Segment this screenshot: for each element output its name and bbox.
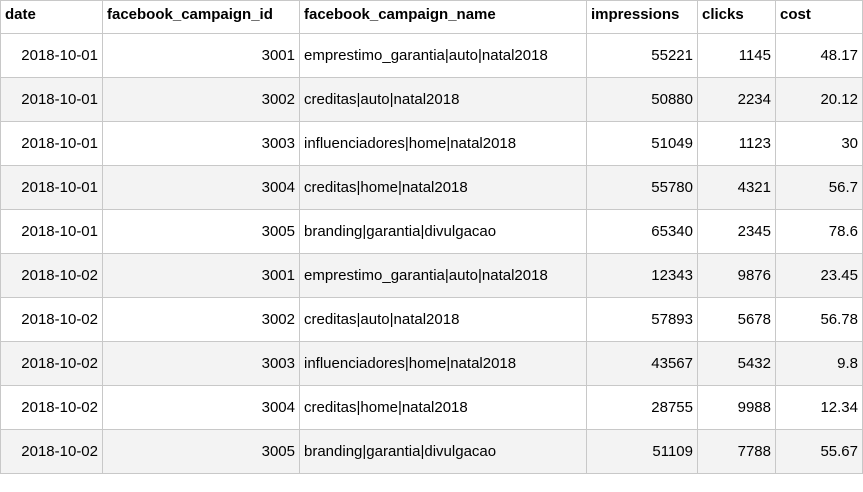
table-row: 2018-10-02 3003 influenciadores|home|natal… [0,341,863,386]
campaign-id-cell[interactable]: 3002 [102,77,300,122]
cost-cell[interactable]: 20.12 [775,77,863,122]
cost-cell[interactable]: 12.34 [775,385,863,430]
clicks-cell[interactable]: 9876 [697,253,776,298]
clicks-cell[interactable]: 1145 [697,33,776,78]
clicks-cell[interactable]: 7788 [697,429,776,474]
impressions-cell[interactable]: 65340 [586,209,698,254]
table-row: 2018-10-01 3001 emprestimo_garantia|auto|n… [0,33,863,78]
date-cell[interactable]: 2018-10-02 [0,297,103,342]
campaign-name-cell[interactable]: influenciadores|home|natal2018 [299,121,587,166]
table-row: 2018-10-01 3004 creditas|home|natal2018 557… [0,165,863,210]
cost-cell[interactable]: 56.78 [775,297,863,342]
impressions-cell[interactable]: 57893 [586,297,698,342]
campaign-name-cell[interactable]: branding|garantia|divulgacao [299,209,587,254]
campaign-id-cell[interactable]: 3003 [102,121,300,166]
cost-cell[interactable]: 9.8 [775,341,863,386]
impressions-cell[interactable]: 12343 [586,253,698,298]
date-cell[interactable]: 2018-10-02 [0,429,103,474]
column-header-facebook-campaign-id[interactable]: facebook_campaign_id [102,0,300,34]
table-row: 2018-10-01 3002 creditas|auto|natal2018 508… [0,77,863,122]
column-header-date[interactable]: date [0,0,103,34]
cost-cell[interactable]: 55.67 [775,429,863,474]
table-row: 2018-10-02 3004 creditas|home|natal2018 287… [0,385,863,430]
campaign-name-cell[interactable]: creditas|home|natal2018 [299,165,587,210]
campaign-name-cell[interactable]: emprestimo_garantia|auto|natal2018 [299,253,587,298]
column-header-clicks[interactable]: clicks [697,0,776,34]
date-cell[interactable]: 2018-10-01 [0,121,103,166]
table-row: 2018-10-02 3001 emprestimo_garantia|auto|n… [0,253,863,298]
date-cell[interactable]: 2018-10-01 [0,33,103,78]
clicks-cell[interactable]: 4321 [697,165,776,210]
impressions-cell[interactable]: 51109 [586,429,698,474]
impressions-cell[interactable]: 55780 [586,165,698,210]
clicks-cell[interactable]: 5678 [697,297,776,342]
table-body: 2018-10-01 3001 emprestimo_garantia|auto|n… [0,33,863,474]
date-cell[interactable]: 2018-10-02 [0,341,103,386]
table-row: 2018-10-02 3002 creditas|auto|natal2018 578… [0,297,863,342]
date-cell[interactable]: 2018-10-01 [0,209,103,254]
date-cell[interactable]: 2018-10-01 [0,77,103,122]
column-header-facebook-campaign-name[interactable]: facebook_campaign_name [299,0,587,34]
column-header-impressions[interactable]: impressions [586,0,698,34]
impressions-cell[interactable]: 51049 [586,121,698,166]
campaign-id-cell[interactable]: 3003 [102,341,300,386]
impressions-cell[interactable]: 43567 [586,341,698,386]
campaign-name-cell[interactable]: influenciadores|home|natal2018 [299,341,587,386]
column-header-cost[interactable]: cost [775,0,863,34]
clicks-cell[interactable]: 2345 [697,209,776,254]
header-row: date facebook_campaign_id facebook_campa… [0,0,863,34]
clicks-cell[interactable]: 9988 [697,385,776,430]
campaign-id-cell[interactable]: 3001 [102,253,300,298]
cost-cell[interactable]: 78.6 [775,209,863,254]
campaign-id-cell[interactable]: 3005 [102,209,300,254]
cost-cell[interactable]: 30 [775,121,863,166]
campaign-id-cell[interactable]: 3004 [102,385,300,430]
date-cell[interactable]: 2018-10-01 [0,165,103,210]
impressions-cell[interactable]: 50880 [586,77,698,122]
clicks-cell[interactable]: 1123 [697,121,776,166]
impressions-cell[interactable]: 28755 [586,385,698,430]
campaign-id-cell[interactable]: 3005 [102,429,300,474]
campaign-name-cell[interactable]: creditas|home|natal2018 [299,385,587,430]
date-cell[interactable]: 2018-10-02 [0,253,103,298]
clicks-cell[interactable]: 5432 [697,341,776,386]
cost-cell[interactable]: 23.45 [775,253,863,298]
table-row: 2018-10-02 3005 branding|garantia|divulgac… [0,429,863,474]
data-table: date facebook_campaign_id facebook_campa… [0,0,863,474]
table-header: date facebook_campaign_id facebook_campa… [0,0,863,34]
date-cell[interactable]: 2018-10-02 [0,385,103,430]
table-row: 2018-10-01 3005 branding|garantia|divulgac… [0,209,863,254]
campaign-name-cell[interactable]: emprestimo_garantia|auto|natal2018 [299,33,587,78]
campaign-id-cell[interactable]: 3004 [102,165,300,210]
clicks-cell[interactable]: 2234 [697,77,776,122]
campaign-name-cell[interactable]: branding|garantia|divulgacao [299,429,587,474]
campaign-id-cell[interactable]: 3002 [102,297,300,342]
campaign-id-cell[interactable]: 3001 [102,33,300,78]
cost-cell[interactable]: 48.17 [775,33,863,78]
table-row: 2018-10-01 3003 influenciadores|home|natal… [0,121,863,166]
campaign-name-cell[interactable]: creditas|auto|natal2018 [299,77,587,122]
campaign-name-cell[interactable]: creditas|auto|natal2018 [299,297,587,342]
impressions-cell[interactable]: 55221 [586,33,698,78]
cost-cell[interactable]: 56.7 [775,165,863,210]
